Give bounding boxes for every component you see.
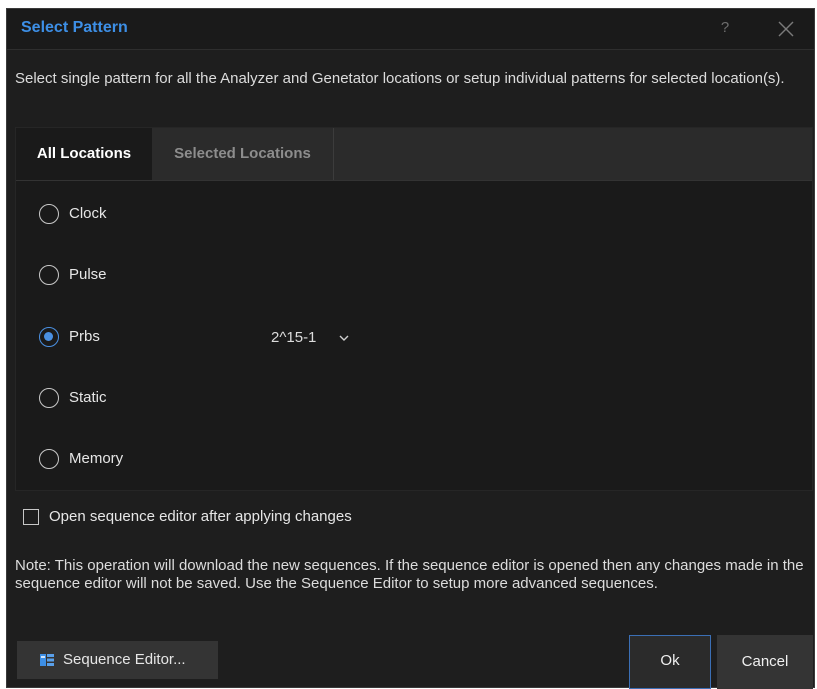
radio-button-selected[interactable]: [39, 327, 59, 347]
radio-label: Clock: [69, 205, 107, 222]
radio-label: Pulse: [69, 266, 107, 283]
intro-text: Select single pattern for all the Analyz…: [15, 70, 785, 87]
note-text: Note: This operation will download the n…: [15, 557, 804, 592]
open-editor-checkbox-label: Open sequence editor after applying chan…: [49, 508, 352, 525]
radio-label: Prbs: [69, 328, 100, 345]
radio-option-pulse[interactable]: Pulse: [39, 264, 339, 288]
close-icon[interactable]: [775, 18, 797, 40]
radio-option-static[interactable]: Static: [39, 387, 339, 411]
radio-button[interactable]: [39, 449, 59, 469]
radio-option-clock[interactable]: Clock: [39, 203, 339, 227]
radio-option-memory[interactable]: Memory: [39, 448, 339, 472]
radio-button[interactable]: [39, 265, 59, 285]
radio-label: Static: [69, 389, 107, 406]
ok-button[interactable]: Ok: [629, 635, 711, 689]
sequence-editor-label: Sequence Editor...: [63, 651, 186, 668]
open-editor-checkbox-row[interactable]: Open sequence editor after applying chan…: [23, 507, 523, 529]
sequence-editor-button[interactable]: Sequence Editor...: [17, 641, 218, 679]
select-pattern-dialog: Select Pattern ? Select single pattern f…: [6, 8, 815, 689]
radio-button[interactable]: [39, 204, 59, 224]
sequence-editor-icon: [40, 654, 54, 666]
open-editor-checkbox[interactable]: [23, 509, 39, 525]
prbs-order-value: 2^15-1: [271, 329, 317, 346]
tab-panel: All Locations Selected Locations: [15, 127, 813, 491]
radio-button[interactable]: [39, 388, 59, 408]
radio-label: Memory: [69, 450, 124, 467]
tab-strip: All Locations Selected Locations: [16, 128, 812, 181]
title-bar: Select Pattern ?: [7, 9, 814, 50]
tab-selected-locations[interactable]: Selected Locations: [152, 128, 334, 180]
chevron-down-icon[interactable]: [337, 331, 351, 345]
prbs-order-select[interactable]: 2^15-1: [271, 325, 371, 349]
cancel-button[interactable]: Cancel: [717, 635, 813, 689]
tab-all-locations[interactable]: All Locations: [16, 128, 152, 180]
dialog-title: Select Pattern: [21, 19, 128, 36]
question-mark-icon[interactable]: ?: [715, 17, 735, 39]
